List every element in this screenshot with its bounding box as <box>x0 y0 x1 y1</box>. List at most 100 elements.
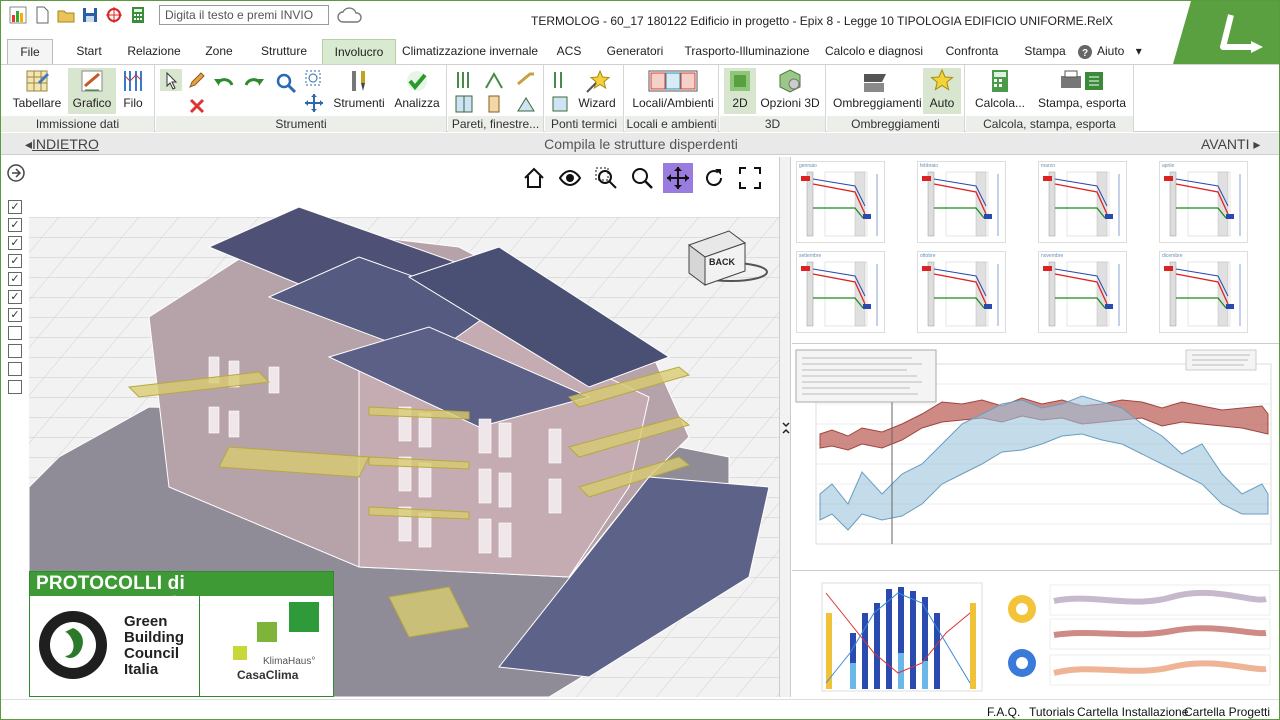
month-profile-chart[interactable]: ottobre <box>917 251 1006 333</box>
thermal-bridge-list-icon[interactable] <box>551 95 569 113</box>
layer-checkbox[interactable] <box>8 344 22 358</box>
group-calcola-stampa: Calcola... Stampa, esporta Calcola, stam… <box>966 65 1134 132</box>
analizza-button[interactable]: Analizza <box>392 68 442 110</box>
month-profile-chart[interactable]: gennaio <box>796 161 885 243</box>
undo-icon[interactable] <box>212 73 236 95</box>
month-profile-chart[interactable]: febbraio <box>917 161 1006 243</box>
tab-climatizzazione-invernale[interactable]: Climatizzazione invernale <box>399 39 541 64</box>
skylight-icon[interactable] <box>516 95 536 113</box>
tab-file[interactable]: File <box>7 39 53 64</box>
tab-confronta[interactable]: Confronta <box>933 39 1011 64</box>
open-folder-icon[interactable] <box>57 6 75 24</box>
zoom-button[interactable] <box>627 163 657 193</box>
filo-button[interactable]: Filo <box>118 68 148 110</box>
projects-folder-link[interactable]: Cartella Progetti <box>1184 705 1270 719</box>
gbc-line-2: Building <box>124 629 184 646</box>
layer-checkbox[interactable]: ✓ <box>8 218 22 232</box>
title-bar: Digita il testo e premi INVIO TERMOLOG -… <box>1 1 1279 71</box>
search-input[interactable]: Digita il testo e premi INVIO <box>159 5 329 25</box>
window-icon[interactable] <box>454 95 474 113</box>
opzioni-3d-button[interactable]: Opzioni 3D <box>758 68 822 110</box>
energy-summary-plot <box>821 582 1271 692</box>
layer-checkbox[interactable]: ✓ <box>8 272 22 286</box>
gbc-logo[interactable]: Green Building Council Italia <box>30 596 200 696</box>
view-2d-button[interactable]: 2D <box>724 68 756 114</box>
pan-icon[interactable] <box>304 93 324 113</box>
casaclima-logo[interactable]: KlimaHaus° CasaClima <box>201 596 333 696</box>
wall-icon[interactable] <box>454 70 474 90</box>
layer-checkbox[interactable]: ✓ <box>8 200 22 214</box>
rotate-button[interactable] <box>699 163 729 193</box>
pencil-icon[interactable] <box>186 69 208 91</box>
tab-stampa[interactable]: Stampa <box>1019 39 1071 64</box>
building-3d-view[interactable]: BACK PROTOCOLLI di SOSTENIBILITÀ Green B… <box>29 157 779 697</box>
redo-icon[interactable] <box>242 73 266 95</box>
gbc-line-3: Council <box>124 645 179 662</box>
auto-button[interactable]: Auto <box>923 68 961 114</box>
month-profile-chart[interactable]: aprile <box>1159 161 1248 243</box>
layer-checkbox[interactable] <box>8 362 22 376</box>
expand-arrow-icon[interactable] <box>6 163 26 183</box>
donut-hole-2 <box>1016 657 1028 669</box>
energy-summary-charts[interactable] <box>792 573 1279 697</box>
tab-trasporto-illuminazione[interactable]: Trasporto-Illuminazione <box>677 39 817 64</box>
target-icon[interactable] <box>105 6 123 24</box>
cloud-icon[interactable] <box>337 6 363 24</box>
zoom-icon[interactable] <box>274 71 298 95</box>
pan-button[interactable] <box>663 163 693 193</box>
select-arrow-icon[interactable] <box>160 69 182 91</box>
home-view-button[interactable] <box>519 163 549 193</box>
grafico-button[interactable]: Grafico <box>68 68 116 114</box>
locali-ambienti-button[interactable]: Locali/Ambienti <box>631 68 715 110</box>
ombreggiamenti-button[interactable]: Ombreggiamenti <box>833 68 922 110</box>
layer-checkbox[interactable] <box>8 326 22 340</box>
layer-checkbox[interactable]: ✓ <box>8 290 22 304</box>
month-profile-chart[interactable]: novembre <box>1038 251 1127 333</box>
zoom-window-icon[interactable] <box>304 69 324 89</box>
roof-icon[interactable] <box>484 70 504 90</box>
tab-generatori[interactable]: Generatori <box>599 39 671 64</box>
stampa-esporta-button[interactable]: Stampa, esporta <box>1034 68 1130 110</box>
tabellare-button[interactable]: Tabellare <box>9 68 65 110</box>
month-profile-chart[interactable]: settembre <box>796 251 885 333</box>
layer-checkbox[interactable]: ✓ <box>8 236 22 250</box>
layer-checkbox[interactable] <box>8 380 22 394</box>
install-folder-link[interactable]: Cartella Installazione <box>1077 705 1188 719</box>
tab-involucro[interactable]: Involucro <box>322 39 396 64</box>
fullscreen-button[interactable] <box>735 163 765 193</box>
shading-icon <box>864 74 886 92</box>
tab-relazione[interactable]: Relazione <box>119 39 189 64</box>
zoom-fit-button[interactable] <box>591 163 621 193</box>
app-logo-icon[interactable] <box>9 6 27 24</box>
analizza-label: Analizza <box>394 96 440 110</box>
tutorials-link[interactable]: Tutorials <box>1029 705 1075 719</box>
layer-checkbox[interactable]: ✓ <box>8 254 22 268</box>
calcola-label: Calcola... <box>974 96 1026 110</box>
calcola-button[interactable]: Calcola... <box>972 68 1028 110</box>
tab-aiuto[interactable]: ? Aiuto ▾ <box>1077 39 1149 64</box>
tab-calcolo-e-diagnosi[interactable]: Calcolo e diagnosi <box>823 39 925 64</box>
thermal-bridge-icon[interactable] <box>551 70 569 90</box>
annual-temperature-chart[interactable] <box>792 343 1279 571</box>
tab-acs[interactable]: ACS <box>547 39 591 64</box>
month-profile-chart[interactable]: marzo <box>1038 161 1127 243</box>
faq-link[interactable]: F.A.Q. <box>987 705 1020 719</box>
layer-checkbox[interactable]: ✓ <box>8 308 22 322</box>
tab-strutture[interactable]: Strutture <box>249 39 319 64</box>
tab-start[interactable]: Start <box>63 39 115 64</box>
calculator-icon[interactable] <box>129 6 147 24</box>
eye-view-button[interactable] <box>555 163 585 193</box>
strumenti-button[interactable]: Strumenti <box>332 68 386 110</box>
tab-zone[interactable]: Zone <box>193 39 245 64</box>
new-file-icon[interactable] <box>33 6 51 24</box>
splitter-arrows-icon <box>782 422 790 434</box>
wizard-button[interactable]: Wizard <box>575 68 619 110</box>
delete-icon[interactable] <box>186 95 208 117</box>
forward-button[interactable]: AVANTI ▸ <box>1201 136 1260 153</box>
casaclima-square-medium <box>257 622 277 642</box>
floor-icon[interactable] <box>516 70 536 90</box>
door-icon[interactable] <box>484 95 504 113</box>
month-profile-chart[interactable]: dicembre <box>1159 251 1248 333</box>
save-icon[interactable] <box>81 6 99 24</box>
panel-splitter[interactable] <box>779 157 791 697</box>
